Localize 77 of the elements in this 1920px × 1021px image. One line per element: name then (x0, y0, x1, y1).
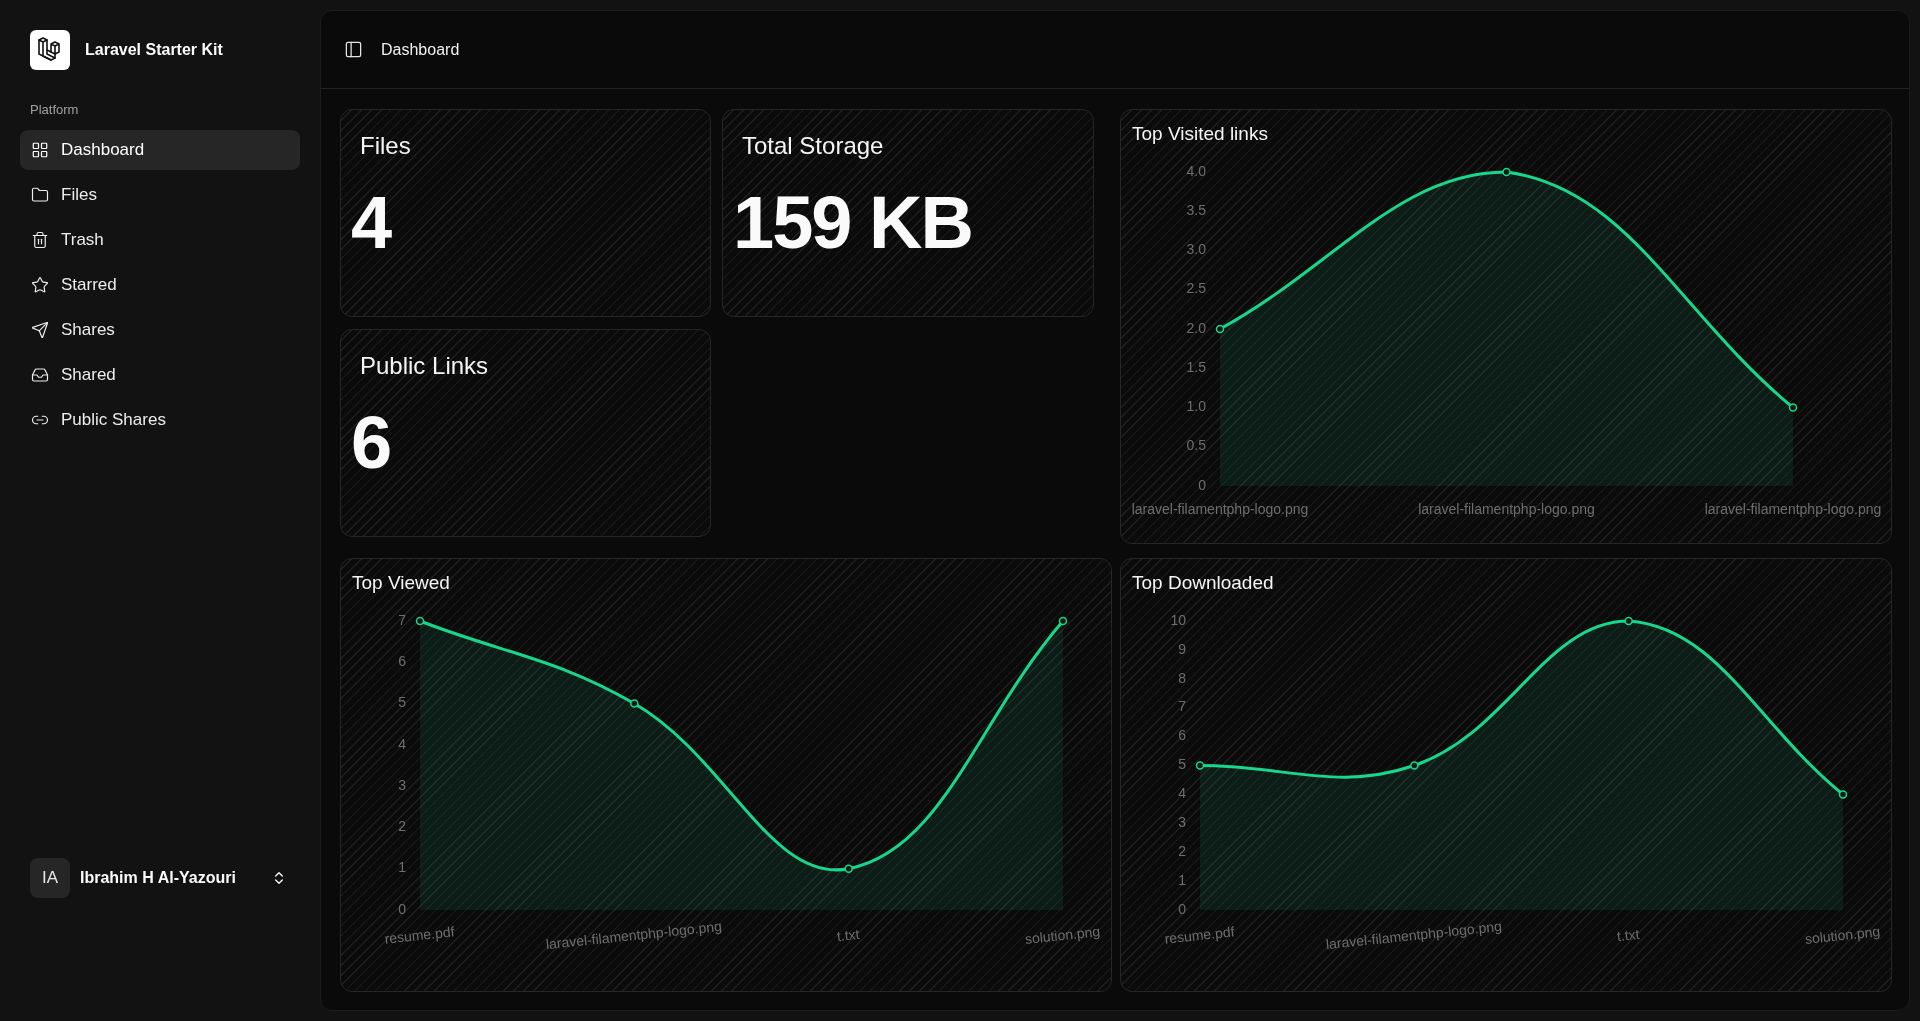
x-axis-label: t.txt (1616, 925, 1641, 945)
chart-title: Top Downloaded (1132, 571, 1274, 595)
data-point (1788, 403, 1798, 412)
x-axis-label: resume.pdf (383, 923, 456, 947)
chart-title: Top Viewed (352, 571, 450, 595)
data-point (630, 699, 639, 708)
y-axis-label: 6 (398, 653, 406, 669)
grid-icon (31, 141, 49, 159)
stat-label: Total Storage (742, 131, 884, 161)
x-axis-label: resume.pdf (1163, 923, 1236, 947)
x-axis-label: laravel-filamentphp-logo.png (1131, 501, 1309, 517)
y-axis-label: 3 (1178, 814, 1186, 830)
app-name: Laravel Starter Kit (85, 41, 223, 59)
y-axis-label: 5 (1178, 756, 1186, 773)
y-axis-label: 7 (398, 611, 406, 628)
sidebar-item[interactable]: Files (20, 175, 300, 215)
data-point (1838, 790, 1848, 799)
stat-label: Public Links (360, 351, 489, 381)
data-point (1502, 167, 1511, 177)
y-axis-label: 7 (1178, 698, 1186, 715)
y-axis-label: 0 (1198, 476, 1206, 493)
y-axis-label: 2.5 (1186, 280, 1206, 297)
data-point (844, 864, 853, 873)
stat-value: 159 KB (733, 186, 972, 260)
data-point (1058, 616, 1068, 626)
data-point (1624, 616, 1633, 626)
data-point (415, 616, 425, 626)
y-axis-label: 4.0 (1186, 162, 1206, 179)
breadcrumb: Dashboard (381, 40, 460, 59)
stat-value: 4 (351, 186, 391, 260)
y-axis-label: 1 (1178, 871, 1186, 888)
y-axis-label: 1.0 (1186, 398, 1206, 415)
y-axis-label: 5 (398, 694, 406, 711)
sidebar-item[interactable]: Public Shares (20, 400, 300, 440)
paper-plane-icon (31, 321, 49, 339)
x-axis-label: laravel-filamentphp-logo.png (1704, 501, 1882, 517)
y-axis-label: 1 (398, 859, 406, 876)
x-axis-label: laravel-filamentphp-logo.png (1418, 501, 1595, 517)
section-label: Platform (30, 102, 79, 118)
y-axis-label: 6 (1178, 727, 1186, 744)
user-menu-button[interactable]: IA Ibrahim H Al-Yazouri (20, 858, 300, 898)
sidebar-item[interactable]: Shared (20, 355, 300, 395)
logo-icon (30, 30, 70, 70)
y-axis-label: 10 (1170, 611, 1186, 628)
user-avatar: IA (30, 858, 70, 898)
data-point (1195, 761, 1205, 770)
y-axis-label: 0 (398, 900, 406, 917)
y-axis-label: 4 (398, 735, 406, 752)
sidebar-item[interactable]: Shares (20, 310, 300, 350)
x-axis-label: t.txt (836, 925, 861, 945)
stat-value: 6 (351, 406, 391, 480)
sidebar-item[interactable]: Trash (20, 220, 300, 260)
data-point (1410, 761, 1419, 770)
y-axis-label: 2.0 (1186, 319, 1206, 336)
sidebar-item[interactable]: Starred (20, 265, 300, 305)
x-axis-label: solution.png (1804, 923, 1881, 947)
y-axis-label: 2 (398, 818, 406, 835)
sidebar-toggle-icon[interactable] (344, 40, 363, 59)
y-axis-label: 4 (1178, 785, 1186, 802)
folder-icon (31, 186, 49, 204)
y-axis-label: 0 (1178, 900, 1186, 917)
inbox-tray-icon (31, 366, 49, 384)
y-axis-label: 2 (1178, 842, 1186, 859)
y-axis-label: 1.5 (1186, 358, 1206, 375)
y-axis-label: 3 (398, 776, 406, 793)
y-axis-label: 0.5 (1186, 437, 1206, 454)
stat-label: Files (360, 131, 411, 161)
y-axis-label: 8 (1178, 669, 1186, 686)
chart-title: Top Visited links (1132, 122, 1268, 146)
trash-icon (31, 231, 49, 249)
y-axis-label: 9 (1178, 640, 1186, 657)
y-axis-label: 3.0 (1186, 241, 1206, 258)
star-icon (31, 276, 49, 294)
x-axis-label: solution.png (1024, 923, 1101, 947)
data-point (1215, 324, 1225, 334)
y-axis-label: 3.5 (1186, 201, 1206, 218)
sidebar-item[interactable]: Dashboard (20, 130, 300, 170)
